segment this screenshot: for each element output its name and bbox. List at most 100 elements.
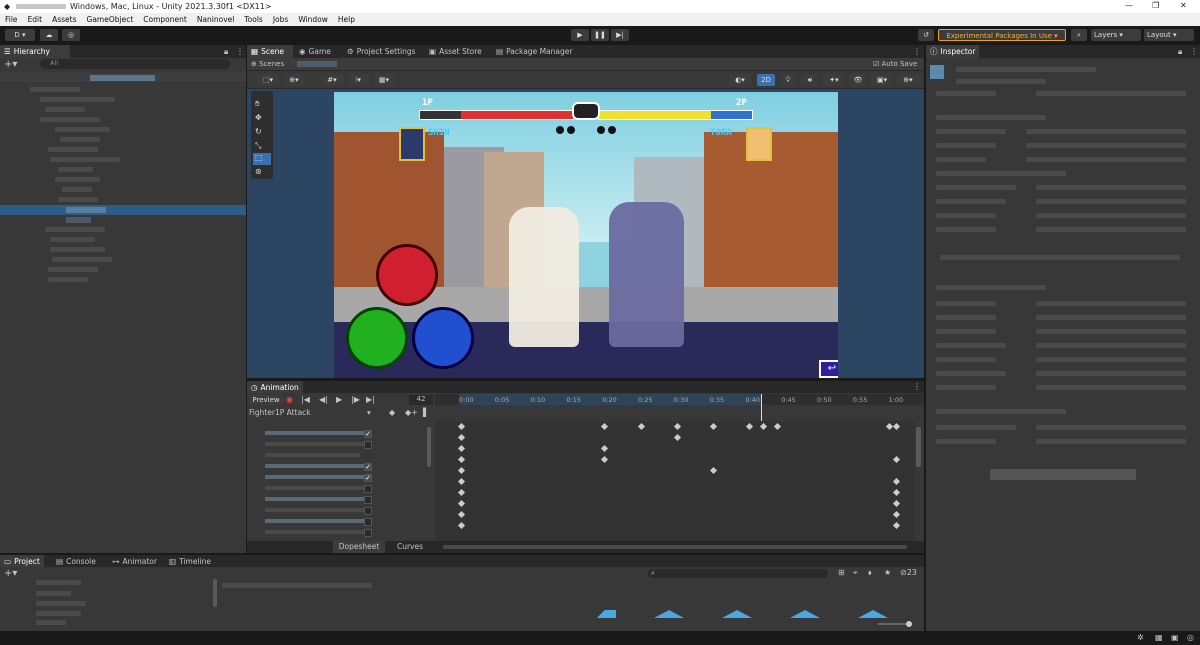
- maximize-button[interactable]: ❐: [1152, 1, 1159, 10]
- keyframe[interactable]: [457, 422, 466, 431]
- keyframe[interactable]: [600, 422, 609, 431]
- filter-label-icon[interactable]: ⌖: [853, 568, 858, 578]
- back-button[interactable]: ↩: [819, 360, 838, 378]
- menu-tools[interactable]: Tools: [239, 13, 267, 26]
- keyframe[interactable]: [457, 510, 466, 519]
- horizontal-scrollbar[interactable]: [443, 545, 907, 549]
- pause-button[interactable]: ❚❚: [591, 29, 609, 41]
- refresh-icon[interactable]: ◎: [1187, 633, 1194, 642]
- gizmos-button[interactable]: ⊕▾: [897, 74, 919, 86]
- keyframe[interactable]: [457, 466, 466, 475]
- lock-icon[interactable]: 🔒︎: [1178, 47, 1182, 57]
- lighting-button[interactable]: 💡︎: [779, 74, 797, 86]
- keyframe[interactable]: [892, 455, 901, 464]
- mode-2d-button[interactable]: 2D: [757, 74, 775, 86]
- filter-type-icon[interactable]: ⊞: [838, 568, 845, 577]
- scrollbar[interactable]: [213, 579, 217, 607]
- tab-animator[interactable]: ⊶ Animator: [108, 555, 161, 567]
- menu-component[interactable]: Component: [138, 13, 192, 26]
- tab-scene[interactable]: ▦ Scene: [247, 45, 293, 58]
- keyframe[interactable]: [773, 422, 782, 431]
- keyframe[interactable]: [673, 433, 682, 442]
- tab-hierarchy[interactable]: ☰ Hierarchy: [0, 45, 70, 58]
- tab-dopesheet[interactable]: Dopesheet: [333, 541, 385, 553]
- hierarchy-selected-row[interactable]: [0, 205, 246, 215]
- transform-tool-icon[interactable]: ⊛: [255, 167, 262, 176]
- layout-dropdown[interactable]: Layout ▾: [1144, 29, 1194, 41]
- game-canvas[interactable]: 1P 2P SHIN TORA ↩: [334, 92, 838, 378]
- cache-icon[interactable]: ▦: [1155, 633, 1163, 642]
- tab-asset-store[interactable]: ▣ Asset Store: [425, 45, 486, 58]
- hidden-count-badge[interactable]: ⊘23: [900, 568, 917, 577]
- asset-thumbnail[interactable]: [722, 610, 752, 618]
- tab-project[interactable]: ▭ Project: [0, 555, 44, 567]
- rotate-tool-icon[interactable]: ↻: [255, 127, 262, 136]
- audio-button[interactable]: 🔊︎: [801, 74, 819, 86]
- menu-assets[interactable]: Assets: [47, 13, 81, 26]
- progress-icon[interactable]: ▣: [1171, 633, 1179, 642]
- keyframe[interactable]: [892, 521, 901, 530]
- keyframe[interactable]: [457, 455, 466, 464]
- collab-icon[interactable]: ◎: [62, 29, 80, 41]
- tab-timeline[interactable]: ▥ Timeline: [165, 555, 215, 567]
- layers-dropdown[interactable]: Layers ▾: [1091, 29, 1141, 41]
- zoom-slider-handle[interactable]: [906, 621, 912, 627]
- hierarchy-search-input[interactable]: All: [40, 59, 230, 69]
- keyframe[interactable]: [600, 455, 609, 464]
- keyframe[interactable]: [457, 521, 466, 530]
- attack-button-green[interactable]: [346, 307, 408, 369]
- tab-game[interactable]: ◉ Game: [295, 45, 335, 58]
- snap-settings-button[interactable]: ▦▾: [373, 74, 395, 86]
- menu-help[interactable]: Help: [333, 13, 360, 26]
- search-icon[interactable]: ⌕: [1071, 29, 1087, 41]
- keyframe[interactable]: [457, 477, 466, 486]
- tab-console[interactable]: ▤ Console: [52, 555, 100, 567]
- experimental-packages-button[interactable]: Experimental Packages In Use ▾: [938, 29, 1066, 41]
- tag-icon[interactable]: ⬧: [868, 568, 872, 578]
- snap-increment-button[interactable]: ⁝▾: [347, 74, 369, 86]
- scene-root-row[interactable]: [90, 75, 155, 81]
- menu-window[interactable]: Window: [293, 13, 333, 26]
- scale-tool-icon[interactable]: ⤡: [255, 141, 261, 151]
- lock-icon[interactable]: 🔒︎: [224, 47, 228, 57]
- step-button[interactable]: ▶|: [611, 29, 629, 41]
- keyframe[interactable]: [457, 433, 466, 442]
- tool-pivot-button[interactable]: ⊕▾: [283, 74, 305, 86]
- history-icon[interactable]: ↺: [918, 29, 934, 41]
- add-icon[interactable]: +▾: [4, 568, 17, 579]
- add-icon[interactable]: +▾: [4, 59, 17, 70]
- keyframe[interactable]: [709, 466, 718, 475]
- keyframe[interactable]: [892, 510, 901, 519]
- keyframe[interactable]: [637, 422, 646, 431]
- menu-gameobject[interactable]: GameObject: [82, 13, 139, 26]
- rect-tool-icon[interactable]: ⬚: [253, 153, 271, 165]
- keyframe[interactable]: [600, 444, 609, 453]
- grid-snap-button[interactable]: #▾: [321, 74, 343, 86]
- scrollbar[interactable]: [916, 427, 921, 467]
- project-search-input[interactable]: [648, 569, 828, 578]
- keyframe[interactable]: [892, 477, 901, 486]
- menu-jobs[interactable]: Jobs: [268, 13, 293, 26]
- menu-naninovel[interactable]: Naninovel: [192, 13, 240, 26]
- close-button[interactable]: ✕: [1180, 1, 1187, 10]
- keyframe[interactable]: [745, 422, 754, 431]
- hand-tool-icon[interactable]: ✋︎: [255, 99, 260, 109]
- asset-thumbnail[interactable]: [654, 610, 684, 618]
- hidden-objects-button[interactable]: 👁︎: [849, 74, 867, 86]
- menu-edit[interactable]: Edit: [23, 13, 48, 26]
- keyframe[interactable]: [759, 422, 768, 431]
- more-icon[interactable]: ⋮: [1190, 47, 1198, 56]
- keyframe[interactable]: [892, 488, 901, 497]
- keyframe[interactable]: [892, 422, 901, 431]
- asset-thumbnail[interactable]: [858, 610, 888, 618]
- more-icon[interactable]: ⋮: [236, 47, 244, 56]
- effects-button[interactable]: ✦▾: [823, 74, 845, 86]
- keyframe[interactable]: [673, 422, 682, 431]
- tab-package-manager[interactable]: ▤ Package Manager: [492, 45, 576, 58]
- keyframe[interactable]: [457, 444, 466, 453]
- account-button[interactable]: D ▾: [5, 29, 35, 41]
- draw-mode-button[interactable]: ◐▾: [729, 74, 751, 86]
- bug-icon[interactable]: ✲: [1137, 633, 1144, 642]
- favorite-icon[interactable]: ★: [884, 568, 891, 577]
- asset-thumbnail[interactable]: [790, 610, 820, 618]
